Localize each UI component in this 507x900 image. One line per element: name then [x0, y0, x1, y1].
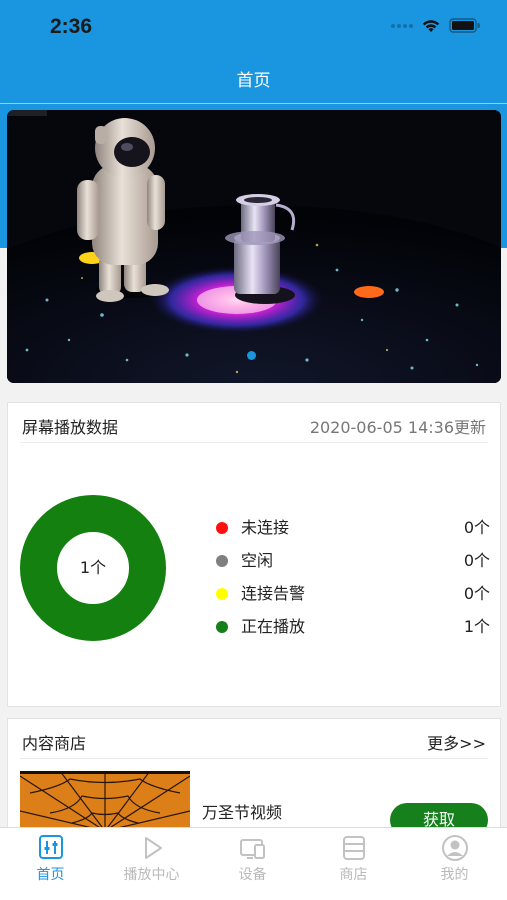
legend-item-warning: 连接告警 0个	[216, 578, 490, 611]
wifi-icon	[422, 20, 440, 32]
tab-store[interactable]: 商店	[303, 828, 404, 900]
playback-card-title: 屏幕播放数据	[22, 418, 119, 437]
video-title[interactable]: 万圣节视频	[202, 799, 282, 823]
legend-value: 0个	[463, 518, 490, 537]
status-icons	[391, 18, 481, 33]
bottom-tab-bar: 首页 播放中心 设备 商店 我的	[0, 827, 507, 900]
cellular-signal-icon	[391, 23, 413, 28]
tab-label: 我的	[440, 867, 469, 883]
store-card-title: 内容商店	[22, 734, 87, 753]
legend-item-idle: 空闲 0个	[216, 545, 490, 578]
more-link[interactable]: 更多>>	[427, 730, 486, 754]
tab-label: 商店	[339, 867, 368, 883]
legend-dot-idle	[216, 555, 228, 567]
video-thumbnail[interactable]	[20, 771, 190, 831]
home-sliders-icon	[39, 835, 63, 859]
playback-stats-card: 屏幕播放数据 2020-06-05 14:36更新 1个 未连接 0个 空闲 0…	[7, 402, 501, 707]
spiderweb-image	[20, 771, 190, 831]
tab-label: 设备	[238, 867, 267, 883]
banner-carousel[interactable]	[7, 110, 501, 383]
nav-divider	[0, 103, 507, 104]
tab-profile[interactable]: 我的	[404, 828, 505, 900]
legend-label: 正在播放	[241, 617, 306, 636]
tab-label: 首页	[36, 867, 65, 883]
store-card-header: 内容商店 更多>>	[20, 719, 488, 759]
status-legend: 未连接 0个 空闲 0个 连接告警 0个 正在播放 1个	[216, 512, 490, 644]
devices-icon	[240, 839, 265, 859]
legend-dot-playing	[216, 621, 228, 633]
legend-dot-disconnected	[216, 522, 228, 534]
playback-card-header: 屏幕播放数据 2020-06-05 14:36更新	[20, 403, 488, 443]
legend-item-disconnected: 未连接 0个	[216, 512, 490, 545]
legend-value: 1个	[463, 617, 490, 636]
store-icon	[343, 836, 365, 860]
tab-play-center[interactable]: 播放中心	[101, 828, 202, 900]
legend-label: 空闲	[241, 551, 274, 570]
legend-value: 0个	[463, 584, 490, 603]
tab-devices[interactable]: 设备	[202, 828, 303, 900]
legend-item-playing: 正在播放 1个	[216, 611, 490, 644]
legend-label: 未连接	[241, 518, 290, 537]
update-timestamp: 2020-06-05 14:36更新	[309, 418, 486, 437]
banner-image	[7, 110, 501, 383]
legend-value: 0个	[463, 551, 490, 570]
play-icon	[145, 837, 162, 859]
profile-icon	[442, 835, 468, 861]
tab-label: 播放中心	[123, 867, 180, 883]
page-title: 首页	[236, 71, 271, 91]
home-screen: 2:36 首页 屏幕播放数据 2020-06-05 14:36更新 1个 未连接…	[0, 0, 507, 900]
carousel-indicator-dot[interactable]	[247, 351, 256, 360]
battery-icon	[449, 18, 480, 33]
legend-dot-warning	[216, 588, 228, 600]
tab-home[interactable]: 首页	[0, 828, 101, 900]
status-bar: 2:36	[0, 0, 507, 56]
status-time: 2:36	[50, 15, 93, 38]
legend-label: 连接告警	[241, 584, 306, 603]
donut-center-count: 1个	[79, 558, 107, 577]
